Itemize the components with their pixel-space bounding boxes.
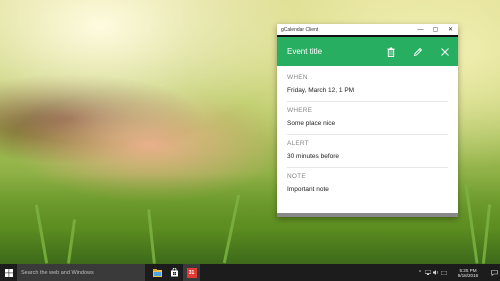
where-field: WHERE Some place nice: [287, 105, 448, 130]
maximize-button[interactable]: ▢: [428, 24, 443, 35]
windows-logo-icon: [4, 268, 13, 277]
close-event-button[interactable]: [431, 37, 458, 66]
message-icon: [490, 269, 498, 276]
note-value: Important note: [287, 186, 329, 193]
close-icon: [440, 47, 449, 56]
event-header: Event title: [277, 37, 458, 66]
window-title: gCalendar Client: [281, 26, 319, 33]
window-titlebar[interactable]: gCalendar Client — ▢ ✕: [277, 24, 458, 35]
taskbar-clock[interactable]: 5:25 PM 9/18/2016: [448, 267, 488, 279]
field-divider: [287, 167, 448, 168]
calendar-app-button[interactable]: 31: [183, 264, 200, 281]
alert-label: ALERT: [287, 140, 309, 147]
calendar-event-window: gCalendar Client — ▢ ✕ Event title WHEN …: [277, 24, 458, 217]
field-divider: [287, 134, 448, 135]
start-button[interactable]: [0, 264, 17, 281]
taskbar: Search the web and Windows 31 ^ 5:25 PM …: [0, 264, 500, 281]
pencil-icon: [413, 47, 422, 56]
alert-field: ALERT 30 minutes before: [287, 138, 448, 163]
when-label: WHEN: [287, 74, 308, 81]
file-explorer-icon: [153, 268, 162, 277]
note-field: NOTE Important note: [287, 171, 448, 196]
field-divider: [287, 101, 448, 102]
store-button[interactable]: [166, 264, 183, 281]
taskbar-search-box[interactable]: Search the web and Windows: [17, 264, 145, 281]
minimize-button[interactable]: —: [413, 24, 428, 35]
alert-value: 30 minutes before: [287, 153, 340, 160]
action-center-button[interactable]: [488, 264, 500, 281]
event-title: Event title: [287, 47, 323, 56]
where-label: WHERE: [287, 107, 313, 114]
when-field: WHEN Friday, March 12, 1 PM: [287, 72, 448, 97]
chevron-up-icon[interactable]: ^: [416, 264, 424, 281]
delete-button[interactable]: [377, 37, 404, 66]
where-value: Some place nice: [287, 120, 336, 127]
when-value: Friday, March 12, 1 PM: [287, 87, 355, 94]
window-bottom-bar: [277, 213, 458, 217]
network-icon[interactable]: [424, 264, 432, 281]
system-tray: ^ 5:25 PM 9/18/2016: [416, 264, 500, 281]
note-label: NOTE: [287, 173, 306, 180]
calendar-app-icon: 31: [186, 267, 197, 278]
window-close-button[interactable]: ✕: [443, 24, 458, 35]
store-icon: [171, 268, 178, 277]
trash-icon: [387, 47, 394, 57]
edit-button[interactable]: [404, 37, 431, 66]
volume-icon[interactable]: [432, 264, 440, 281]
event-details: WHEN Friday, March 12, 1 PM WHERE Some p…: [277, 66, 458, 196]
keyboard-icon[interactable]: [440, 264, 448, 281]
clock-date: 9/18/2016: [457, 273, 479, 278]
file-explorer-button[interactable]: [149, 264, 166, 281]
